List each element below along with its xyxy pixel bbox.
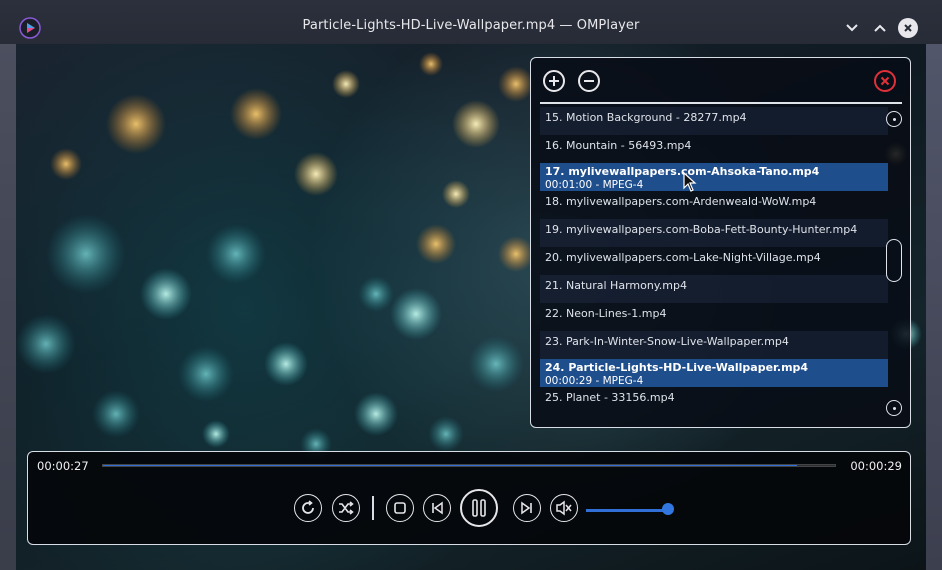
stop-icon [394,502,406,514]
shuffle-icon [339,501,354,515]
volume-slider-track[interactable] [586,509,669,512]
background-desktop-left [0,44,16,570]
playlist-panel: 15. Motion Background - 28277.mp4 16. Mo… [530,57,911,428]
seek-bar[interactable] [102,464,836,467]
total-time: 00:00:29 [850,459,902,473]
previous-icon [432,501,443,515]
next-icon [521,501,532,515]
controls-divider [372,496,374,520]
playlist-item-now-playing[interactable]: 24. Particle-Lights-HD-Live-Wallpaper.mp… [540,359,888,387]
pause-button[interactable] [460,489,498,527]
seek-bar-fill [103,465,797,466]
playlist-item[interactable]: 22. Neon-Lines-1.mp4 [540,303,888,331]
mute-icon [556,500,572,516]
playlist-toolbar-divider [540,102,902,104]
playlist-scrollbar[interactable] [886,108,902,416]
playlist-item[interactable]: 23. Park-In-Winter-Snow-Live-Wallpaper.m… [540,331,888,359]
playlist-item-selected[interactable]: 17. mylivewallpapers.com-Ahsoka-Tano.mp4… [540,163,888,191]
add-to-playlist-button[interactable] [543,70,565,92]
pause-icon [472,499,486,517]
minus-icon [584,80,594,82]
playlist-item-detail: 00:01:00 - MPEG-4 [545,179,644,191]
close-icon [904,24,912,32]
scroll-up-button[interactable] [886,111,902,127]
player-controls: 00:00:27 00:00:29 [27,451,911,545]
playlist-item[interactable]: 21. Natural Harmony.mp4 [540,275,888,303]
current-time: 00:00:27 [37,459,89,473]
close-window-button[interactable] [898,18,918,38]
maximize-button[interactable] [870,18,890,38]
remove-from-playlist-button[interactable] [578,70,600,92]
playlist-item[interactable]: 18. mylivewallpapers.com-Ardenweald-WoW.… [540,191,888,219]
next-button[interactable] [513,494,541,522]
shuffle-button[interactable] [332,494,360,522]
close-playlist-button[interactable] [874,70,896,92]
playlist-item[interactable]: 20. mylivewallpapers.com-Lake-Night-Vill… [540,247,888,275]
background-desktop-right [926,44,942,570]
playlist-list: 15. Motion Background - 28277.mp4 16. Mo… [540,107,888,415]
dot-icon [892,406,896,410]
mute-button[interactable] [550,494,578,522]
chevron-up-icon [874,24,886,32]
plus-icon [549,76,559,86]
scrollbar-thumb[interactable] [886,239,902,282]
close-icon [880,76,890,86]
playlist-item[interactable]: 25. Planet - 33156.mp4 [540,387,888,415]
repeat-icon [302,500,314,514]
playlist-item[interactable]: 15. Motion Background - 28277.mp4 [540,107,888,135]
repeat-button[interactable] [294,494,322,522]
window-title: Particle-Lights-HD-Live-Wallpaper.mp4 — … [302,18,640,33]
volume-slider-handle[interactable] [662,503,674,515]
scroll-down-button[interactable] [886,400,902,416]
playlist-item[interactable]: 19. mylivewallpapers.com-Boba-Fett-Bount… [540,219,888,247]
chevron-down-icon [846,24,858,32]
stop-button[interactable] [386,494,414,522]
minimize-button[interactable] [842,18,862,38]
previous-button[interactable] [423,494,451,522]
playlist-item-detail: 00:00:29 - MPEG-4 [545,375,644,387]
mouse-cursor-icon [683,172,697,192]
dot-icon [892,117,896,121]
playlist-item[interactable]: 16. Mountain - 56493.mp4 [540,135,888,163]
